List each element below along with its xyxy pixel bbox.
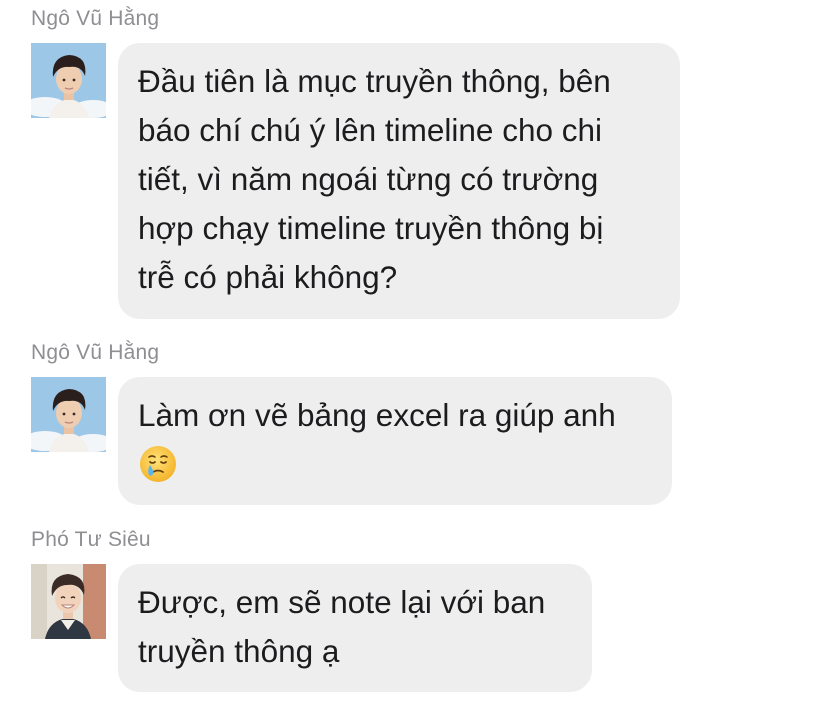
avatar-pho-tu-sieu[interactable] — [31, 564, 106, 639]
crying-face-emoji-icon — [138, 444, 178, 484]
avatar-boy-sky-icon — [31, 377, 106, 452]
message-line: hợp chạy timeline truyền thông bị — [138, 210, 604, 246]
message-bubble[interactable]: Được, em sẽ note lại với ban truyền thôn… — [118, 564, 592, 692]
avatar-boy-sky-icon — [31, 43, 106, 118]
avatar-ngo-vu-hang[interactable] — [31, 43, 106, 118]
message-bubble[interactable]: Đầu tiên là mục truyền thông, bên báo ch… — [118, 43, 680, 319]
message-line: Được, em sẽ note lại với ban — [138, 584, 546, 620]
avatar-ngo-vu-hang[interactable] — [31, 377, 106, 452]
sender-name: Ngô Vũ Hằng — [31, 341, 160, 364]
message-line: Làm ơn vẽ bảng excel ra giúp anh — [138, 397, 616, 433]
message-line: tiết, vì năm ngoái từng có trường — [138, 161, 599, 197]
message-bubble[interactable]: Làm ơn vẽ bảng excel ra giúp anh — [118, 377, 672, 505]
message-line: trễ có phải không? — [138, 259, 398, 295]
avatar-boy-smiling-icon — [31, 564, 106, 639]
message-line: truyền thông ạ — [138, 633, 340, 669]
sender-name: Ngô Vũ Hằng — [31, 7, 160, 30]
sender-name: Phó Tư Siêu — [31, 528, 151, 551]
message-line: Đầu tiên là mục truyền thông, bên — [138, 63, 611, 99]
message-line: báo chí chú ý lên timeline cho chi — [138, 112, 603, 148]
